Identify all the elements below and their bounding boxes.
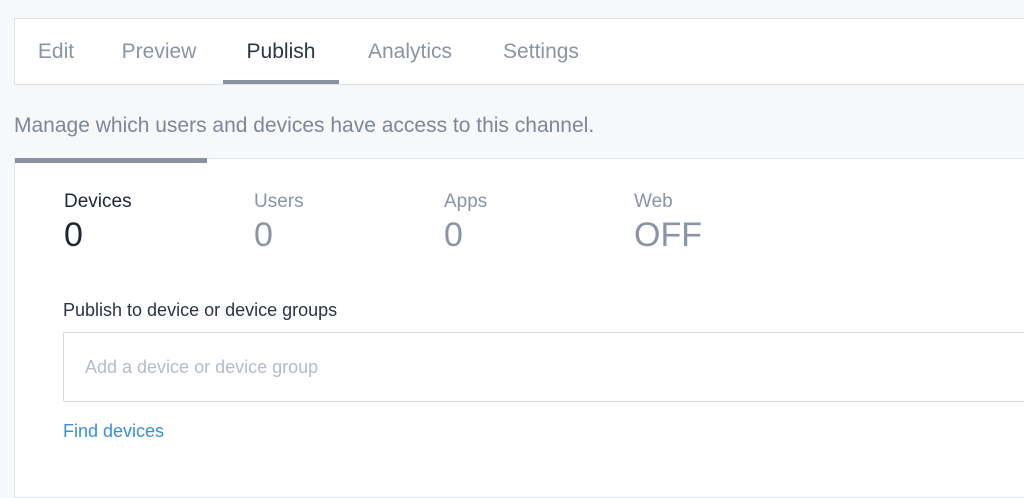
page-subtitle: Manage which users and devices have acce…: [14, 114, 595, 137]
access-card: Devices 0 Users 0 Apps 0 Web OFF Publish…: [14, 158, 1024, 498]
stat-value: 0: [444, 216, 463, 254]
stat-users[interactable]: Users 0: [254, 191, 304, 255]
tab-bar: Edit Preview Publish Analytics Settings: [14, 18, 1024, 85]
find-devices-link[interactable]: Find devices: [63, 421, 164, 442]
stat-devices[interactable]: Devices 0: [64, 191, 132, 255]
stat-value: 0: [254, 216, 273, 254]
stat-value: 0: [64, 216, 83, 254]
stat-apps[interactable]: Apps 0: [444, 191, 487, 255]
active-section-indicator: [15, 158, 207, 163]
stat-web[interactable]: Web OFF: [634, 191, 702, 255]
tab-publish[interactable]: Publish: [223, 19, 339, 84]
tab-settings[interactable]: Settings: [481, 19, 601, 84]
publish-field-label: Publish to device or device groups: [63, 300, 338, 320]
tab-analytics[interactable]: Analytics: [345, 19, 475, 84]
tab-preview[interactable]: Preview: [97, 19, 221, 84]
stat-label: Apps: [444, 191, 488, 212]
stat-label: Web: [634, 191, 673, 212]
stat-label: Users: [254, 191, 304, 212]
tab-edit[interactable]: Edit: [15, 19, 97, 84]
device-search-input[interactable]: [63, 332, 1024, 402]
stat-label: Devices: [64, 191, 132, 212]
stat-value: OFF: [634, 216, 702, 254]
